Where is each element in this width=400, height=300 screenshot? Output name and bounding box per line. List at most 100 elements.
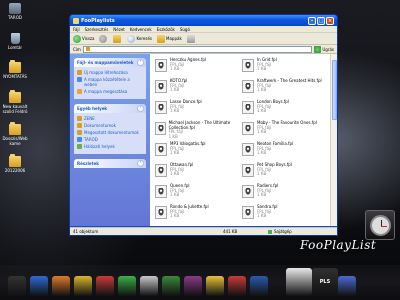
link-publish-web[interactable]: A mappa közzététele a weben (77, 77, 143, 87)
file-item[interactable]: Moby - The Favourite Ones.fpl FPL fájl 1 K… (242, 120, 332, 140)
drive-icon (77, 137, 82, 142)
pls-label: PLS (319, 279, 331, 285)
forward-button[interactable] (99, 34, 108, 43)
dock-burn-icon[interactable] (184, 276, 202, 296)
file-size: 1 KB (257, 213, 267, 218)
network-icon (77, 144, 82, 149)
file-text: Neoton Familia.fpl FPL fájl 1 KB (257, 141, 293, 156)
views-button[interactable] (186, 34, 196, 43)
menu-help[interactable]: Súgó (180, 27, 190, 32)
dock-opera-icon[interactable] (228, 276, 246, 296)
link-shared-documents[interactable]: Megosztott dokumentumok (77, 130, 143, 135)
menu-file[interactable]: Fájl (73, 27, 80, 32)
dock-blue-bin-icon[interactable] (30, 276, 48, 296)
file-item[interactable]: London Boys.fpl FPL fájl 1 KB (242, 99, 332, 119)
file-item[interactable]: Neoton Familia.fpl FPL fájl 1 KB (242, 141, 332, 161)
file-item[interactable]: Ottawan.fpl FPL fájl 1 KB (155, 162, 245, 182)
desktop-icon-recycle-bin[interactable]: Lomtár (2, 33, 28, 50)
link-share-folder[interactable]: A mappa megosztása (77, 89, 143, 94)
file-text: Ottawan.fpl FPL fájl 1 KB (170, 162, 193, 177)
close-button[interactable]: × (326, 16, 334, 25)
folder-icon (9, 154, 21, 167)
status-bar: 41 objektum 441 KB Sajátgép (70, 227, 337, 235)
title-bar[interactable]: FooPlaylists – □ × (70, 15, 337, 26)
dock-ccleaner-icon[interactable] (140, 276, 158, 296)
link-documents[interactable]: Dokumentumok (77, 123, 143, 128)
chevron-down-icon[interactable]: ˅ (137, 160, 144, 167)
maximize-button[interactable]: □ (317, 16, 325, 25)
go-label[interactable]: Ugrás (322, 47, 334, 52)
panel-header[interactable]: Egyéb helyek ˄ (74, 104, 146, 113)
file-size: 1 KB (257, 129, 267, 134)
menu-view[interactable]: Nézet (113, 27, 125, 32)
link-label: Megosztott dokumentumok (84, 130, 139, 135)
status-zone-label: Sajátgép (274, 229, 292, 234)
desktop-icon-folder-print[interactable]: NYOMTATÁS (2, 60, 28, 79)
dock-mail-icon[interactable] (338, 276, 356, 296)
dock-fooplaylist-icon[interactable] (286, 268, 312, 296)
file-item[interactable]: Herczku Agnes.fpl FPL fájl 1 KB (155, 57, 245, 77)
file-size: 1 KB (257, 171, 267, 176)
file-item[interactable]: Lasse Dance.fpl FPL fájl 1 KB (155, 99, 245, 119)
brand-logo-text: FooPlayList (300, 238, 377, 252)
file-item[interactable]: MP3 Válogatás.fpl FPL fájl 1 KB (155, 141, 245, 161)
alien-file-icon (242, 101, 254, 114)
menu-edit[interactable]: Szerkesztés (85, 27, 109, 32)
desktop-icon-label: Dosszis/Web kame (2, 136, 28, 146)
chevron-up-icon[interactable]: ˄ (137, 105, 144, 112)
go-arrow-icon[interactable] (314, 45, 322, 53)
file-item[interactable]: Queen.fpl FPL fájl 1 KB (155, 183, 245, 203)
clock-widget[interactable] (365, 210, 395, 240)
file-item[interactable]: Sandra.fpl FPL fájl 1 KB (242, 204, 332, 224)
file-item[interactable]: KOTO.fpl FPL fájl 1 KB (155, 78, 245, 98)
dock-winamp-icon[interactable] (74, 276, 92, 296)
dock-utorrent-icon[interactable] (162, 276, 180, 296)
alien-file-icon (242, 143, 254, 156)
link-new-folder[interactable]: Új mappa létrehozása (77, 70, 143, 75)
explorer-window[interactable]: FooPlaylists – □ × Fájl Szerkesztés Néze… (69, 14, 338, 236)
search-icon (127, 34, 136, 43)
file-item[interactable]: Pet Shop Boys.fpl FPL fájl 1 KB (242, 162, 332, 182)
link-network[interactable]: Hálózati helyek (77, 144, 143, 149)
dock-terminal-icon[interactable] (8, 276, 26, 296)
panel-header[interactable]: Részletek ˅ (74, 159, 146, 168)
alien-file-icon (155, 122, 166, 135)
dock-chrome-icon[interactable] (206, 276, 224, 296)
status-zone: Sajátgép (268, 229, 292, 234)
menu-tools[interactable]: Eszközök (157, 27, 175, 32)
file-item[interactable]: Radiers.fpl FPL fájl 1 KB (242, 183, 332, 203)
dock: PLS (0, 265, 400, 300)
folders-button[interactable]: Mappák (157, 34, 182, 43)
file-item[interactable]: Kraftwerk - The Greatest Hits.fpl FPL fáj… (242, 78, 332, 98)
desktop-icon-label: New kauvalt szolid Feldrö (2, 104, 28, 114)
minimize-button[interactable]: – (308, 16, 316, 25)
file-item[interactable]: In Grid.fpl FPL fájl 1 KB (242, 57, 332, 77)
address-input[interactable] (82, 45, 313, 53)
desktop-icon-folder-date[interactable]: 20122006 (2, 154, 28, 173)
search-button[interactable]: Keresés (127, 34, 152, 43)
file-item[interactable]: Rondo & Juliette.fpl FPL fájl 1 KB (155, 204, 245, 224)
dock-firefox-icon[interactable] (52, 276, 70, 296)
menu-favorites[interactable]: Kedvencek (130, 27, 152, 32)
file-list[interactable]: Herczku Agnes.fpl FPL fájl 1 KB In Grid.fpl… (150, 54, 337, 226)
file-text: MP3 Válogatás.fpl FPL fájl 1 KB (170, 141, 206, 156)
up-button[interactable] (113, 34, 122, 43)
panel-header[interactable]: Fájl- és mappaműveletek ˄ (74, 58, 146, 67)
alien-file-icon (155, 101, 167, 114)
desktop-icon-folder-web[interactable]: Dosszis/Web kame (2, 122, 28, 146)
dock-pls-icon[interactable]: PLS (312, 268, 338, 296)
back-button[interactable]: Vissza (73, 34, 94, 43)
desktop-icon-drive[interactable]: TAROD (2, 3, 28, 20)
chevron-up-icon[interactable]: ˄ (137, 59, 144, 66)
file-item[interactable]: Michael Jackson - The Ultimate Collectio… (155, 120, 245, 140)
scroll-thumb[interactable] (332, 60, 337, 120)
file-text: Moby - The Favourite Ones.fpl FPL fájl 1 K… (257, 120, 317, 135)
link-music[interactable]: ZENE (77, 116, 143, 121)
desktop-icon-folder-new[interactable]: New kauvalt szolid Feldrö (2, 90, 28, 114)
file-text: Rondo & Juliette.fpl FPL fájl 1 KB (170, 204, 209, 219)
panel-body: ZENE Dokumentumok Megosztott dokumentumo… (74, 113, 146, 154)
dock-movies-icon[interactable] (96, 276, 114, 296)
dock-download-icon[interactable] (118, 276, 136, 296)
link-drive[interactable]: TAROD (77, 137, 143, 142)
dock-teamviewer-icon[interactable] (250, 276, 268, 296)
